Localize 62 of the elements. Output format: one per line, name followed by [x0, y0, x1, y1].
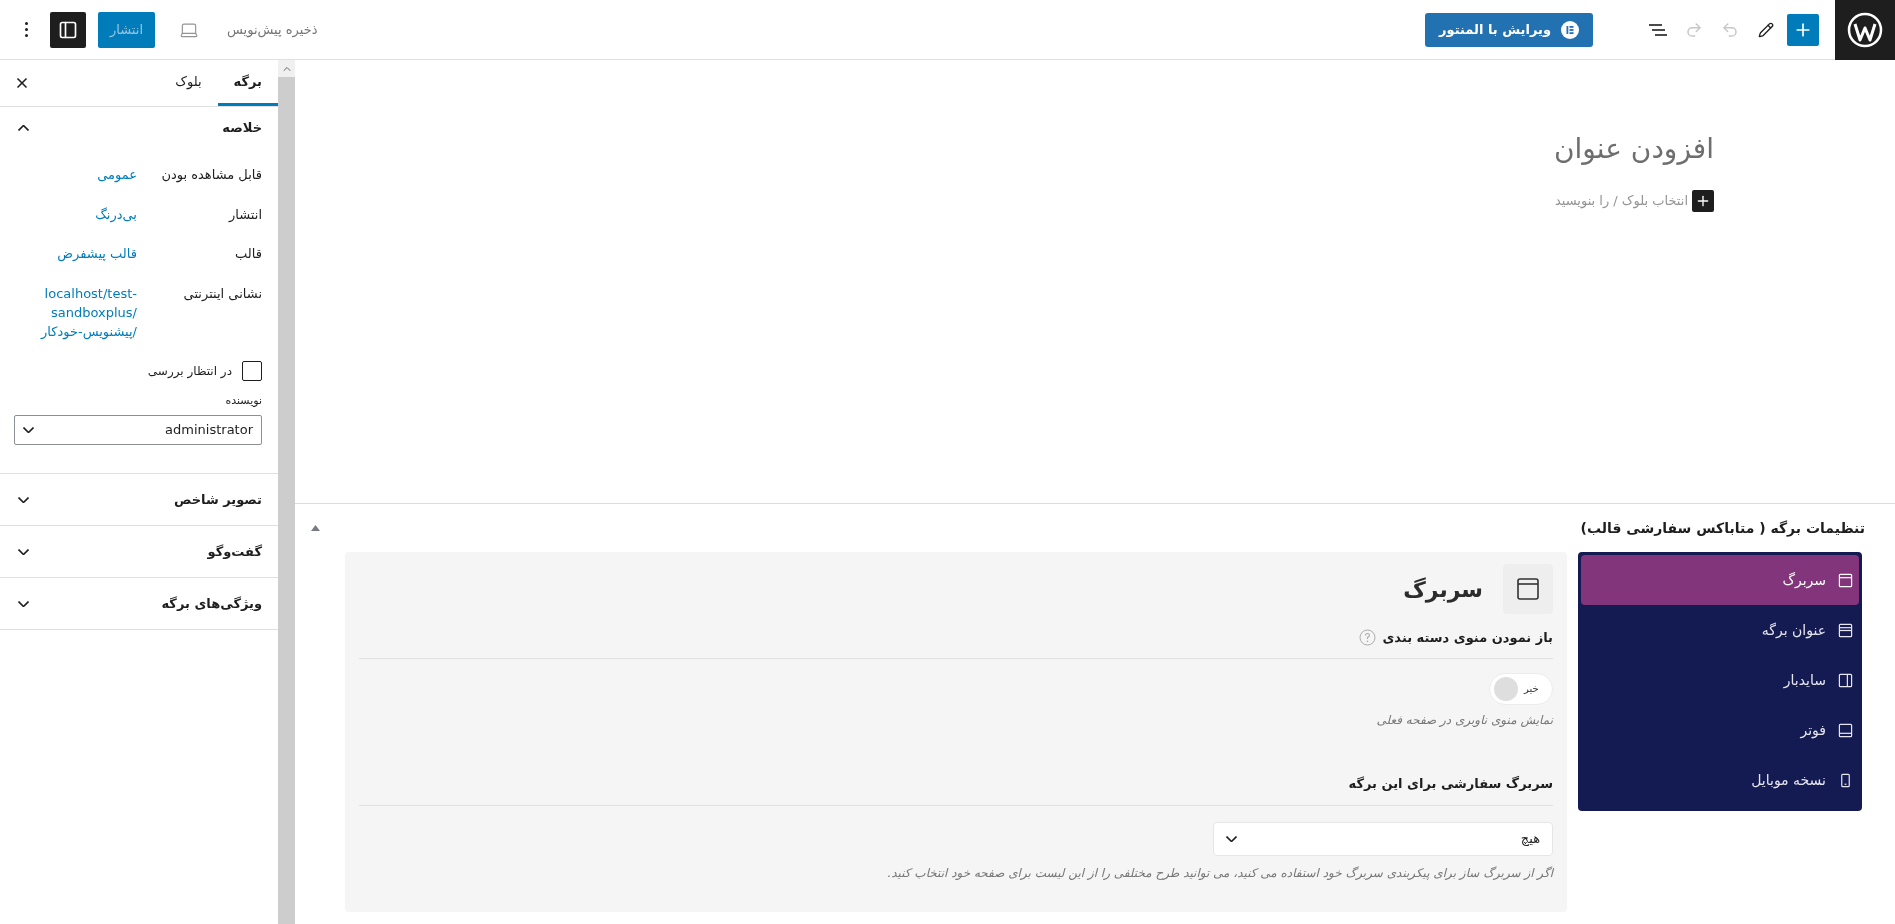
summary-value-link[interactable]: عمومی: [97, 165, 137, 184]
sidebar-layout-icon: [1838, 672, 1853, 688]
footer-layout-icon: [1838, 722, 1853, 738]
section-title: سربرگ: [1403, 575, 1483, 605]
menu-icon: [24, 22, 28, 37]
chevron-down-icon: [23, 427, 34, 433]
collapsed-panel[interactable]: گفت‌وگو: [0, 526, 278, 578]
field-description: اگر از سربرگ ساز برای پیکربندی سربرگ خود استفاده می کنید، می توانید طرح مختلفی را از این لیست برای صفحه خود انتخاب کنید.: [886, 864, 1553, 882]
list-view-icon: [1648, 21, 1668, 38]
settings-nav-item[interactable]: نسخه موبایل: [1581, 755, 1859, 805]
redo-icon: [1721, 20, 1739, 39]
header-layout-icon: [1838, 572, 1853, 588]
add-block-button[interactable]: [1692, 190, 1714, 212]
panel-title[interactable]: خلاصه: [222, 118, 262, 138]
pencil-icon: [1758, 21, 1774, 38]
metabox-title[interactable]: تنظیمات برگه ( متاباکس سفارشی قالب): [1580, 517, 1865, 539]
elementor-icon: [1561, 20, 1579, 39]
field-description: نمایش منوی ناوبری در صفحه فعلی: [1375, 711, 1553, 729]
field-label: باز نمودن منوی دسته بندی: [1382, 629, 1553, 647]
wordpress-logo-icon: [1847, 11, 1883, 48]
toggle-switch[interactable]: خیر: [1489, 672, 1553, 705]
settings-nav-item[interactable]: فوتر: [1581, 705, 1859, 755]
collapse-icon[interactable]: [311, 525, 320, 531]
checkbox-label: در انتظار بررسی: [147, 362, 232, 380]
summary-label: قابل مشاهده بودن: [160, 166, 262, 185]
settings-nav-item[interactable]: سربرگ: [1581, 555, 1859, 605]
chevron-up-icon: [18, 125, 29, 131]
field-label: نویسنده: [224, 392, 262, 409]
sidebar-tab[interactable]: بلوک: [159, 60, 218, 106]
summary-value-link[interactable]: localhost/test-sandboxplus/پیشنویس-خودکار/: [25, 283, 137, 341]
close-icon: [14, 75, 30, 91]
chevron-down-icon: [1226, 835, 1237, 842]
summary-value-link[interactable]: بی‌درنگ: [95, 204, 137, 224]
mobile-phone-icon: [1838, 772, 1853, 788]
author-select[interactable]: administrator: [14, 415, 262, 445]
field-label: سربرگ سفارشی برای این برگه: [1348, 775, 1553, 791]
header-layout-icon: [1516, 577, 1540, 601]
settings-nav-item[interactable]: عنوان برگه: [1581, 605, 1859, 655]
collapsed-panel[interactable]: تصویر شاخص: [0, 474, 278, 526]
save-draft-button[interactable]: ذخیره پیش‌نویس: [227, 19, 318, 40]
chevron-down-icon: [18, 600, 29, 607]
title-field[interactable]: افزودن عنوان: [1553, 128, 1714, 170]
settings-sidebar-toggle[interactable]: [50, 11, 86, 48]
sidebar-tab[interactable]: برگه: [217, 60, 278, 106]
checkbox[interactable]: [242, 360, 262, 381]
scrollbar[interactable]: [278, 60, 295, 924]
summary-label: نشانی اینترنتی: [182, 284, 262, 303]
undo-icon: [1685, 20, 1703, 39]
edit-with-elementor-button[interactable]: ویرایش با المنتور: [1425, 12, 1593, 47]
collapsed-panel[interactable]: ویژگی‌های برگه: [0, 578, 278, 630]
wordpress-logo[interactable]: [1835, 0, 1895, 60]
chevron-down-icon: [18, 496, 29, 503]
summary-value-link[interactable]: قالب پیشفرض: [57, 244, 137, 263]
add-block-button[interactable]: [1787, 13, 1819, 46]
sidebar-panel-icon: [58, 19, 78, 40]
title-layout-icon: [1838, 622, 1853, 638]
summary-label: انتشار: [227, 205, 262, 224]
header-select[interactable]: هیچ: [1213, 821, 1553, 856]
settings-nav-item[interactable]: سایدبار: [1581, 655, 1859, 705]
summary-label: قالب: [234, 245, 262, 263]
chevron-down-icon: [18, 548, 29, 555]
plus-icon: [1695, 193, 1711, 209]
